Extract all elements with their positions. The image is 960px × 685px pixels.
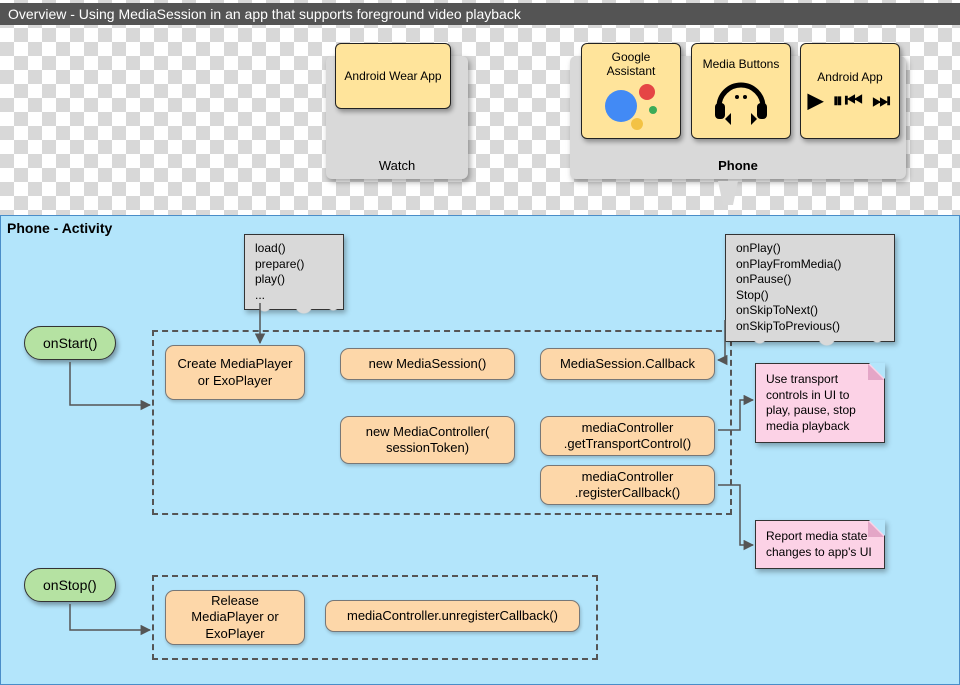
new-controller-box: new MediaController( sessionToken) xyxy=(340,416,515,464)
get-transport-box: mediaController .getTransportControl() xyxy=(540,416,715,456)
playback-controls-icon: ▶ ⏸ ⏮ ⏭ xyxy=(805,90,895,112)
media-buttons-card: Media Buttons xyxy=(691,43,791,139)
headphones-icon xyxy=(696,77,786,125)
activity-title: Phone - Activity xyxy=(7,220,112,236)
media-buttons-label: Media Buttons xyxy=(696,57,786,71)
release-player-box: Release MediaPlayer or ExoPlayer xyxy=(165,590,305,645)
assistant-label: Google Assistant xyxy=(586,50,676,79)
new-session-box: new MediaSession() xyxy=(340,348,515,380)
player-ops-note: load() prepare() play() ... xyxy=(244,234,344,310)
android-app-label: Android App xyxy=(805,70,895,84)
onstart-pill: onStart() xyxy=(24,326,116,360)
report-sticky: Report media state changes to app's UI xyxy=(755,520,885,569)
title-bar: Overview - Using MediaSession in an app … xyxy=(0,3,960,25)
google-assistant-icon xyxy=(586,84,676,132)
register-cb-box: mediaController .registerCallback() xyxy=(540,465,715,505)
transport-sticky: Use transport controls in UI to play, pa… xyxy=(755,363,885,443)
unregister-cb-box: mediaController.unregisterCallback() xyxy=(325,600,580,632)
phone-label: Phone xyxy=(570,158,906,173)
create-player-box: Create MediaPlayer or ExoPlayer xyxy=(165,345,305,400)
session-callback-box: MediaSession.Callback xyxy=(540,348,715,380)
wear-app-card: Android Wear App xyxy=(335,43,451,109)
android-app-card: Android App ▶ ⏸ ⏮ ⏭ xyxy=(800,43,900,139)
watch-label: Watch xyxy=(326,158,468,173)
wear-app-label: Android Wear App xyxy=(344,69,442,83)
onstop-pill: onStop() xyxy=(24,568,116,602)
google-assistant-card: Google Assistant xyxy=(581,43,681,139)
callbacks-note: onPlay() onPlayFromMedia() onPause() Sto… xyxy=(725,234,895,342)
